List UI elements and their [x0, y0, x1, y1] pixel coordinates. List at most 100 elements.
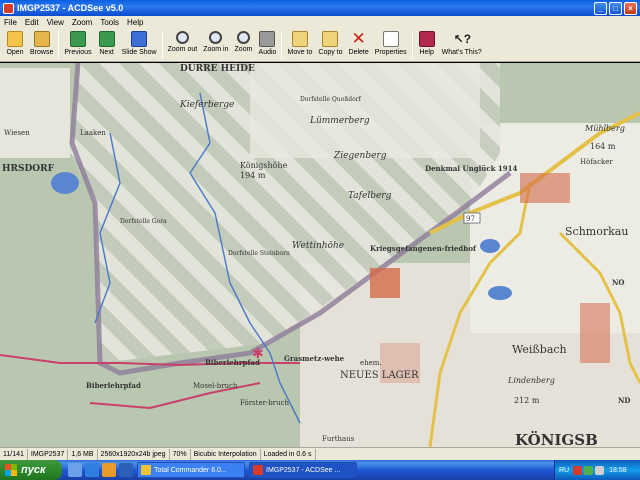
slideshow-button[interactable]: Slide Show [119, 28, 160, 56]
speaker-icon [259, 31, 276, 47]
taskbar: пуск Total Commander 6.0... IMGP2537 - A… [0, 460, 640, 480]
map-label-kriegsgefangenen: Kriegsgefangenen-friedhof [370, 244, 477, 253]
map-label-no: NO [612, 278, 625, 287]
audio-label: Audio [258, 49, 277, 56]
copy-to-label: Copy to [318, 49, 343, 56]
map-label-biberlehrpfad-2: Biberlehrpfad [86, 381, 141, 390]
tray-volume-icon[interactable] [595, 465, 605, 475]
quicklaunch-word-icon[interactable] [119, 463, 133, 477]
map-label-neues-lager: NEUES LAGER [340, 370, 419, 381]
magnifier-icon [236, 31, 250, 44]
menu-bar: File Edit View Zoom Tools Help [0, 16, 640, 28]
map-label-ehem: ehem. [360, 359, 382, 367]
window-title: IMGP2537 - ACDSee v5.0 [17, 3, 124, 13]
start-label: пуск [21, 464, 46, 476]
map-label-quelle: Dorfstelle Quoßdorf [300, 96, 362, 103]
delete-button[interactable]: ✕ Delete [346, 28, 372, 56]
map-label-furthaus: Furthaus [322, 435, 355, 443]
zoom-out-button[interactable]: Zoom out [165, 28, 201, 53]
menu-tools[interactable]: Tools [96, 18, 123, 27]
copy-to-button[interactable]: Copy to [315, 28, 345, 56]
task-total-commander-label: Total Commander 6.0... [154, 466, 227, 474]
image-viewport[interactable]: DÜRRE HEIDE Kieferberge Dorfstelle Quoßd… [0, 63, 640, 447]
windows-flag-icon [5, 464, 17, 476]
folder-open-icon [7, 31, 23, 47]
status-zoom: 70% [170, 448, 191, 460]
toolbar-separator [58, 31, 60, 59]
open-label: Open [6, 49, 24, 56]
task-acdsee[interactable]: IMGP2537 - ACDSee ... [249, 462, 357, 478]
toolbar-separator [161, 31, 163, 59]
map-label-koenigshoehe: Königshöhe [240, 161, 288, 170]
menu-zoom[interactable]: Zoom [68, 18, 96, 27]
quicklaunch-ie-icon[interactable] [85, 463, 99, 477]
help-book-icon [418, 31, 435, 47]
browse-icon [33, 31, 50, 47]
previous-icon [69, 31, 86, 47]
map-label-koenigsbrueck: KÖNIGSB [515, 430, 598, 447]
start-button[interactable]: пуск [0, 460, 62, 480]
help-button[interactable]: Help [415, 28, 439, 56]
acdsee-app-icon[interactable] [3, 2, 14, 14]
whats-this-button[interactable]: ↖? What's This? [439, 28, 485, 56]
next-label: Next [99, 49, 114, 56]
close-button[interactable]: × [624, 1, 637, 15]
toolbar-separator [411, 31, 413, 59]
map-label-lindenberg: Lindenberg [507, 376, 555, 385]
language-indicator[interactable]: RU [559, 467, 569, 474]
properties-button[interactable]: Properties [372, 28, 410, 56]
zoom-in-button[interactable]: Zoom in [200, 28, 231, 53]
magnifier-plus-icon [209, 31, 223, 44]
slideshow-label: Slide Show [121, 49, 157, 56]
previous-label: Previous [64, 49, 92, 56]
tray-network-icon[interactable] [584, 465, 594, 475]
map-label-foersterbruch: Förster-bruch [240, 399, 290, 407]
delete-x-icon: ✕ [351, 29, 366, 48]
map-label-hoehe-194: 194 m [240, 171, 266, 180]
zoom-button[interactable]: Zoom [231, 28, 255, 53]
minimize-button[interactable]: _ [594, 1, 607, 15]
topographic-map-image: DÜRRE HEIDE Kieferberge Dorfstelle Quoßd… [0, 63, 640, 447]
open-button[interactable]: Open [3, 28, 27, 56]
quicklaunch-desktop-icon[interactable] [68, 463, 82, 477]
quicklaunch-media-icon[interactable] [102, 463, 116, 477]
star-marker-icon: ✱ [252, 345, 264, 361]
next-icon [98, 31, 115, 47]
tray-antivirus-icon[interactable] [573, 465, 583, 475]
zoom-out-label: Zoom out [167, 46, 198, 53]
move-to-label: Move to [287, 49, 313, 56]
map-label-moselbruch: Mosel-bruch [193, 382, 238, 390]
delete-label: Delete [348, 49, 369, 56]
status-bar: 11/141 IMGP2537 1,6 MB 2560x1920x24b jpe… [0, 447, 640, 460]
map-label-dorfstelle-steinborn: Dorfstelle Steinborn [228, 250, 290, 257]
copy-to-icon [322, 31, 339, 47]
map-label-weissbach: Weißbach [512, 343, 567, 356]
previous-button[interactable]: Previous [61, 28, 94, 56]
map-label-dorfstelle-gora: Dorfstelle Gora [120, 218, 167, 225]
properties-label: Properties [374, 49, 407, 56]
map-label-hrsdorf: HRSDORF [2, 164, 55, 174]
next-button[interactable]: Next [95, 28, 119, 56]
browse-button[interactable]: Browse [27, 28, 56, 56]
menu-view[interactable]: View [43, 18, 68, 27]
menu-file[interactable]: File [0, 18, 21, 27]
help-label: Help [419, 49, 434, 56]
map-label-luemmerberg: Lümmerberg [309, 116, 370, 126]
map-label-road-97: 97 [466, 215, 475, 223]
map-label-duerre-heide: DÜRRE HEIDE [180, 63, 255, 74]
zoom-label: Zoom [234, 46, 253, 53]
toolbar: Open Browse Previous Next Slide Show Zoo… [0, 28, 640, 62]
acdsee-task-icon [253, 465, 263, 475]
task-total-commander[interactable]: Total Commander 6.0... [137, 462, 245, 478]
slideshow-icon [131, 31, 148, 47]
map-label-laaken: Laaken [80, 129, 106, 137]
clock[interactable]: 18:58 [609, 467, 627, 474]
maximize-button[interactable]: □ [609, 1, 622, 15]
move-to-button[interactable]: Move to [284, 28, 315, 56]
menu-edit[interactable]: Edit [21, 18, 43, 27]
audio-button[interactable]: Audio [255, 28, 279, 56]
system-tray: RU 18:58 [554, 460, 640, 480]
title-bar[interactable]: IMGP2537 - ACDSee v5.0 _ □ × [0, 0, 640, 16]
map-label-denkmal: Denkmal Unglück 1914 [425, 164, 518, 173]
menu-help[interactable]: Help [123, 18, 147, 27]
